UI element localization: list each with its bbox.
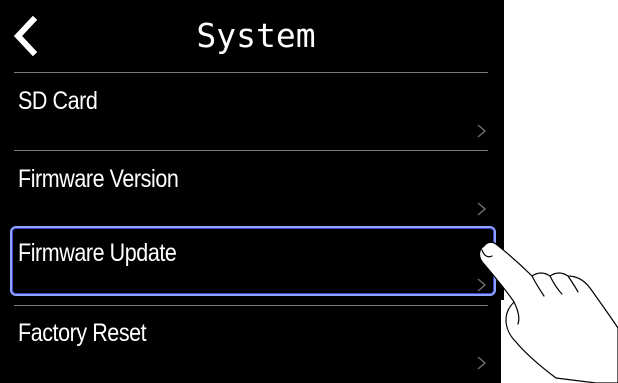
menu-item-firmware-version[interactable]: Firmware Version (0, 154, 504, 230)
menu-item-label: Firmware Update (18, 239, 177, 267)
chevron-right-icon (477, 202, 486, 216)
menu-item-factory-reset[interactable]: Factory Reset (0, 308, 504, 383)
page-title: System (196, 16, 316, 55)
menu-item-sd-card[interactable]: SD Card (0, 76, 504, 152)
header-bar: System (0, 0, 504, 72)
divider (14, 150, 488, 151)
menu-item-label: Factory Reset (18, 319, 147, 347)
divider (14, 305, 488, 306)
finger-tap-hand-icon (478, 241, 618, 383)
device-screen: System SD Card Firmware Version Firmware… (0, 0, 504, 383)
divider (14, 72, 488, 73)
menu-item-label: SD Card (18, 87, 98, 115)
menu-item-label: Firmware Version (18, 165, 179, 193)
menu-item-firmware-update[interactable]: Firmware Update (0, 226, 504, 302)
chevron-right-icon (477, 124, 486, 138)
